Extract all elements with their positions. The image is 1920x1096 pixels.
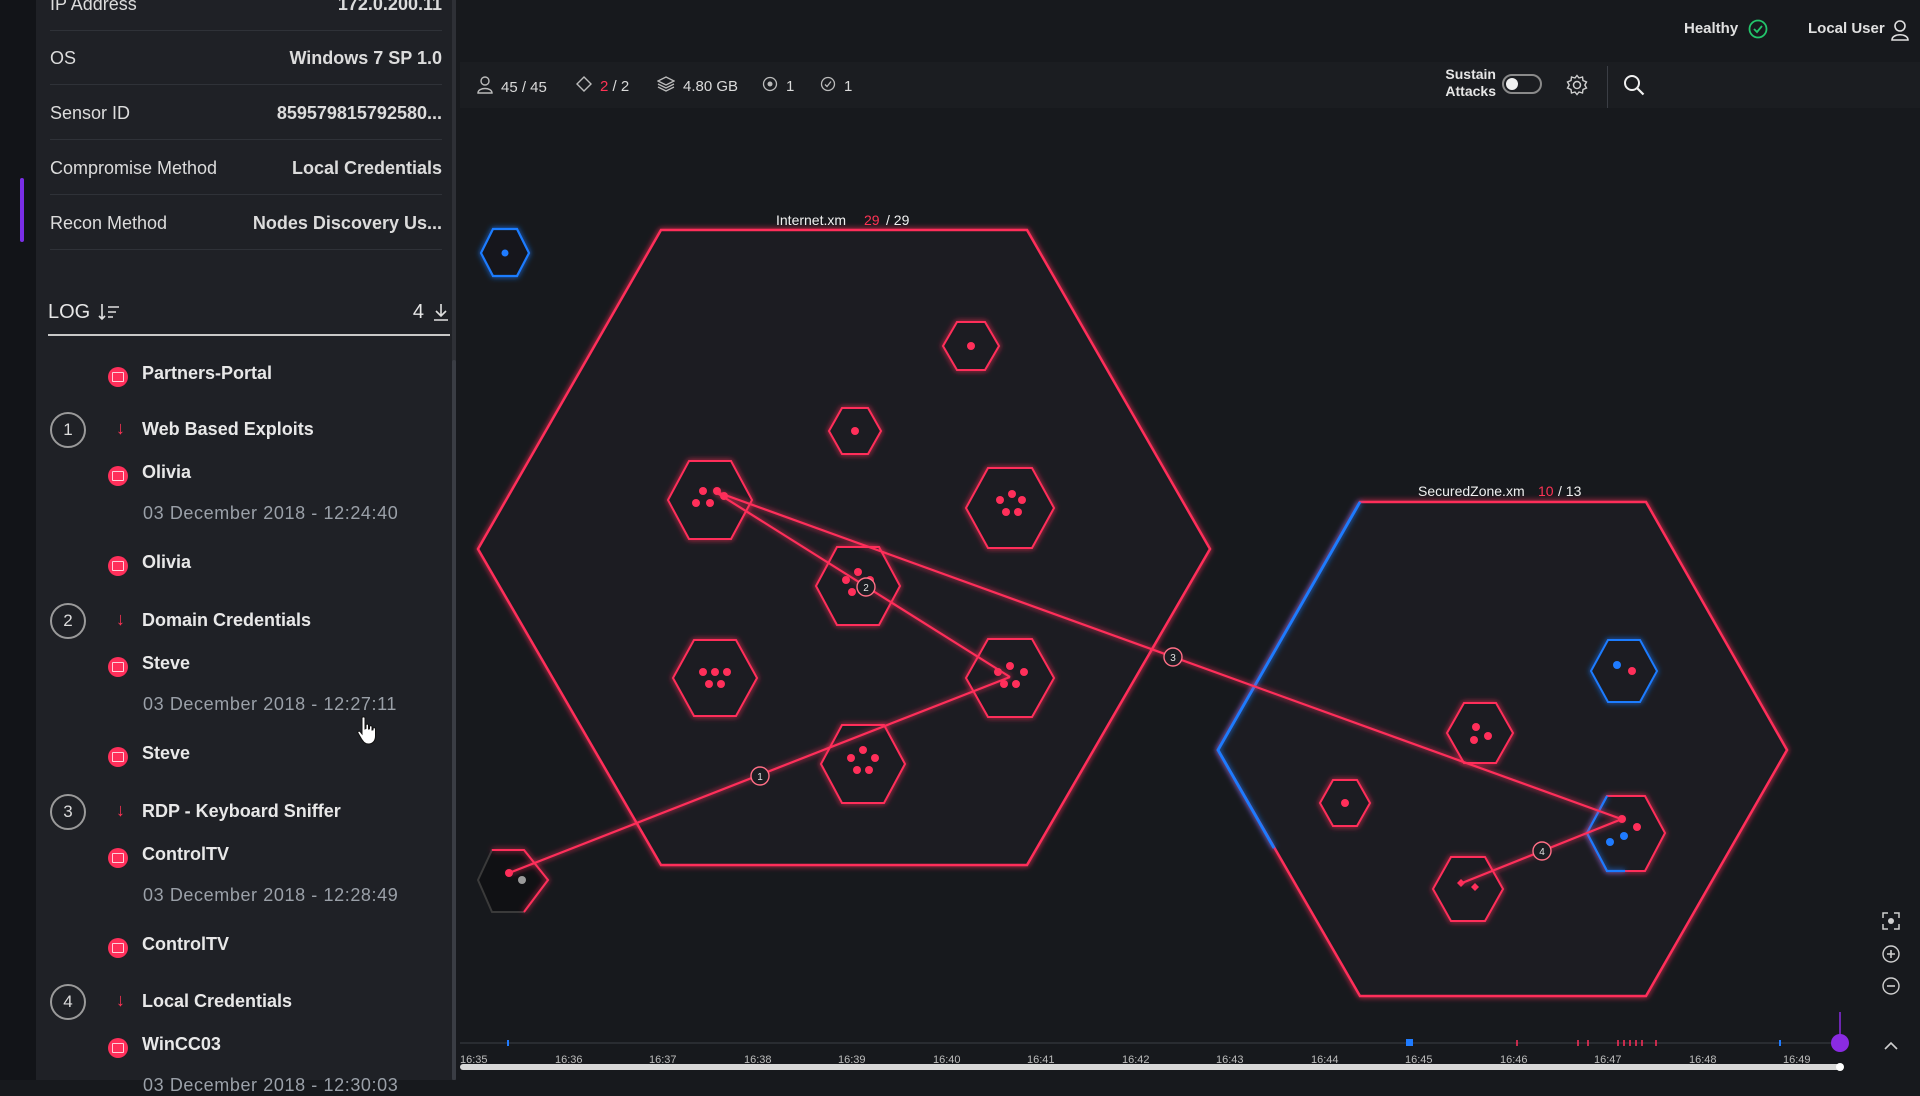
svg-text:3: 3 [1170,653,1176,664]
timeline-tick: 16:44 [1311,1054,1339,1066]
zone-secured-name: SecuredZone.xm [1418,483,1525,499]
timeline-tick: 16:37 [649,1054,677,1066]
timeline-tick: 16:43 [1216,1054,1244,1066]
zone-secured-total: / 13 [1558,483,1582,499]
timeline-tick: 16:39 [838,1054,866,1066]
svg-text:1: 1 [757,772,763,783]
timeline-tick: 16:47 [1594,1054,1622,1066]
timeline-tick: 16:40 [933,1054,961,1066]
path-step-marker[interactable]: 1 [750,766,770,786]
timeline-playhead[interactable] [1831,1034,1849,1052]
zone-internet-total: / 29 [886,212,910,228]
svg-text:2: 2 [863,583,869,594]
zoom-out-icon[interactable] [1880,975,1902,997]
svg-text:4: 4 [1539,847,1545,858]
timeline-tick: 16:45 [1405,1054,1433,1066]
network-node-source[interactable] [476,849,550,913]
zone-internet-name: Internet.xm [776,212,846,228]
timeline-tick: 16:36 [555,1054,583,1066]
path-step-marker[interactable]: 4 [1532,841,1552,861]
zoom-in-icon[interactable] [1880,943,1902,965]
zone-internet-compromised: 29 [864,212,880,228]
timeline-tick: 16:48 [1689,1054,1717,1066]
timeline-tick: 16:38 [744,1054,772,1066]
network-map[interactable]: Internet.xm 29 / 29 SecuredZone.xm 10 / … [0,0,1920,1080]
path-step-marker[interactable]: 3 [1163,647,1183,667]
timeline-tick: 16:46 [1500,1054,1528,1066]
path-step-marker[interactable]: 2 [856,577,876,597]
chevron-up-icon[interactable] [1880,1035,1902,1057]
timeline-tick: 16:41 [1027,1054,1055,1066]
mouse-cursor-icon [356,716,378,746]
zone-secured-compromised: 10 [1538,483,1554,499]
timeline-tick: 16:35 [460,1054,488,1066]
timeline-tick: 16:49 [1783,1054,1811,1066]
timeline-tick: 16:42 [1122,1054,1150,1066]
fit-to-screen-icon[interactable] [1880,910,1902,932]
timeline[interactable]: 16:35 16:36 16:37 16:38 16:39 16:40 16:4… [460,1012,1849,1071]
